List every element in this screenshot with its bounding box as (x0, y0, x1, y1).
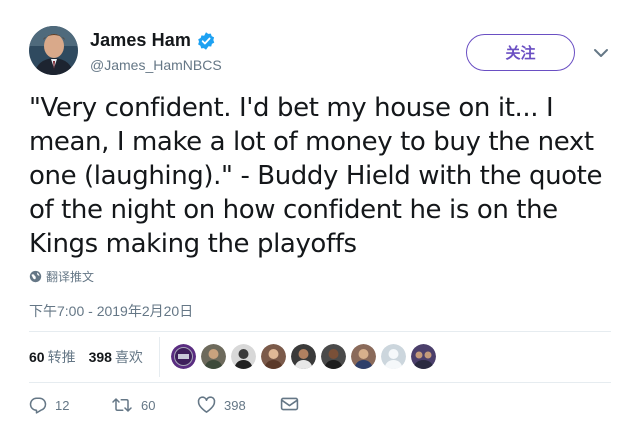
translate-tweet-link[interactable]: 翻译推文 (29, 268, 94, 285)
liker-avatar[interactable] (201, 344, 226, 369)
translate-label[interactable]: 翻译推文 (46, 268, 94, 285)
liker-avatar[interactable] (291, 344, 316, 369)
chevron-down-icon[interactable] (593, 46, 609, 58)
author-display-name[interactable]: James Ham (90, 30, 191, 51)
heart-icon (197, 396, 216, 413)
retweets-stat-label[interactable]: 转推 (48, 347, 76, 367)
tweet-actions: 12 60 398 (29, 396, 329, 416)
retweet-button[interactable]: 60 (111, 396, 155, 414)
envelope-icon (280, 397, 299, 411)
like-button[interactable]: 398 (197, 396, 246, 414)
liker-avatar[interactable] (261, 344, 286, 369)
reply-count: 12 (55, 397, 70, 413)
globe-icon (29, 270, 42, 283)
retweets-stat-count[interactable]: 60 (29, 349, 45, 365)
retweet-icon (112, 398, 132, 412)
author-name-row[interactable]: James Ham (90, 30, 216, 51)
likes-stat-label[interactable]: 喜欢 (115, 347, 143, 367)
liker-avatar[interactable] (231, 344, 256, 369)
verified-badge-icon (196, 31, 216, 51)
follow-button[interactable]: 关注 (466, 34, 575, 71)
tweet-card: James Ham @James_HamNBCS 关注 "Very confid… (0, 0, 640, 425)
stats-separator (159, 337, 160, 377)
author-avatar[interactable] (29, 26, 78, 75)
liker-avatar[interactable] (351, 344, 376, 369)
liker-avatar-kings-logo[interactable] (171, 344, 196, 369)
retweet-count: 60 (141, 397, 156, 413)
liker-avatar[interactable] (411, 344, 436, 369)
reply-button[interactable]: 12 (29, 396, 69, 414)
tweet-stats: 60 转推 398 喜欢 (29, 347, 156, 367)
divider (29, 331, 611, 332)
divider (29, 382, 611, 383)
likes-stat-count[interactable]: 398 (89, 349, 112, 365)
reply-icon (29, 397, 47, 414)
tweet-timestamp[interactable]: 下午7:00 - 2019年2月20日 (29, 301, 193, 321)
liker-avatar-default[interactable] (381, 344, 406, 369)
liker-avatars (171, 344, 441, 369)
author-handle[interactable]: @James_HamNBCS (90, 57, 222, 73)
like-count: 398 (224, 397, 246, 413)
tweet-text: "Very confident. I'd bet my house on it.… (29, 93, 603, 259)
liker-avatar[interactable] (321, 344, 346, 369)
direct-message-button[interactable] (280, 396, 307, 412)
